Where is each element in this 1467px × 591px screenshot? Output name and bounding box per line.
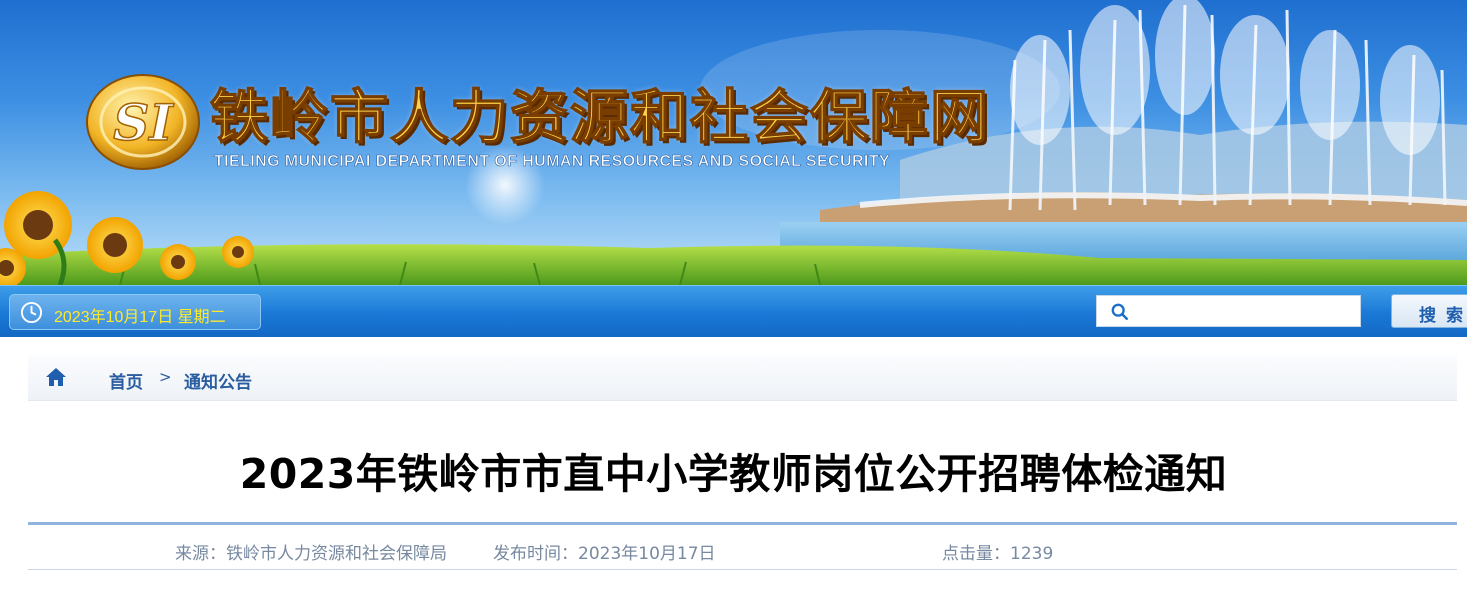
date-text: 2023年10月17日 星期二 <box>54 309 226 326</box>
site-banner: SI 铁岭市人力资源和社会保障网 TIELING MUNICIPAI DEPAR… <box>0 0 1467 285</box>
search-box[interactable] <box>1096 295 1361 327</box>
article-publish-date: 发布时间：2023年10月17日 <box>493 544 716 564</box>
svg-text:SI: SI <box>113 93 174 152</box>
clock-icon <box>20 301 43 324</box>
search-input[interactable] <box>1137 298 1357 324</box>
search-icon <box>1111 303 1129 321</box>
breadcrumb-home-link[interactable]: 首页 <box>109 368 143 393</box>
breadcrumb-current-link[interactable]: 通知公告 <box>184 368 252 393</box>
search-button-label: 搜索 <box>1419 306 1467 326</box>
top-toolbar: 2023年10月17日 星期二 搜索 <box>0 285 1467 337</box>
breadcrumb-separator: > <box>159 368 172 386</box>
date-display: 2023年10月17日 星期二 <box>9 294 261 330</box>
home-icon[interactable] <box>45 367 67 387</box>
search-button[interactable]: 搜索 <box>1391 294 1467 328</box>
article-source: 来源：铁岭市人力资源和社会保障局 <box>175 544 447 564</box>
article-title: 2023年铁岭市市直中小学教师岗位公开招聘体检通知 <box>239 450 1228 498</box>
article-view-count: 点击量：1239 <box>942 544 1054 564</box>
site-title: 铁岭市人力资源和社会保障网 <box>209 82 991 152</box>
site-subtitle: TIELING MUNICIPAI DEPARTMENT OF HUMAN RE… <box>214 153 891 171</box>
breadcrumb: 首页 > 通知公告 <box>28 355 1457 401</box>
si-emblem-icon: SI <box>86 74 200 170</box>
article-meta-bar: 来源：铁岭市人力资源和社会保障局 发布时间：2023年10月17日 点击量：12… <box>28 522 1457 570</box>
